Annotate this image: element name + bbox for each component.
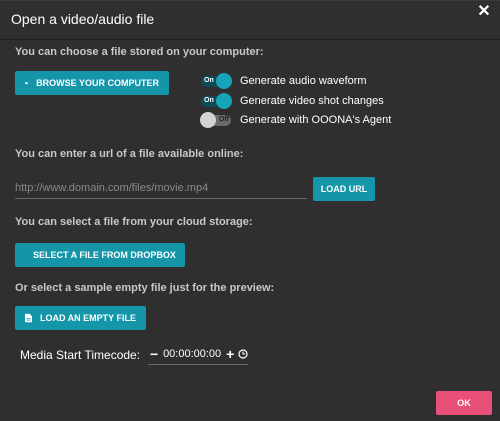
- timecode-row: Media Start Timecode: − 00:00:00:00 +: [20, 346, 249, 365]
- clock-icon[interactable]: [238, 348, 248, 359]
- open-file-dialog: Open a video/audio file ✕ You can choose…: [0, 0, 500, 421]
- video-shot-changes-toggle-state: On: [204, 96, 214, 104]
- load-url-button[interactable]: LOAD URL: [313, 177, 375, 201]
- audio-waveform-toggle-state: On: [204, 76, 214, 84]
- toggle-knob: [216, 92, 232, 109]
- ok-label: OK: [457, 398, 471, 408]
- ok-button[interactable]: OK: [436, 391, 492, 415]
- file-icon: [25, 313, 32, 323]
- timecode-field: − 00:00:00:00 +: [148, 346, 249, 365]
- close-icon[interactable]: ✕: [476, 4, 492, 20]
- browse-computer-button[interactable]: BROWSE YOUR COMPUTER: [15, 71, 169, 95]
- ooona-agent-label: Generate with OOONA's Agent: [240, 114, 392, 126]
- toggle-row-audio-waveform: On Generate audio waveform: [201, 72, 367, 89]
- video-shot-changes-toggle[interactable]: On: [201, 92, 232, 109]
- toggle-knob: [216, 72, 232, 89]
- dialog-title-bar: Open a video/audio file ✕: [0, 1, 500, 40]
- load-empty-file-label: LOAD AN EMPTY FILE: [39, 313, 136, 323]
- url-section-label: You can enter a url of a file available …: [15, 148, 244, 160]
- toggle-row-ooona-agent: Off Generate with OOONA's Agent: [200, 111, 392, 128]
- audio-waveform-label: Generate audio waveform: [240, 75, 367, 87]
- toggle-knob: [200, 111, 216, 128]
- video-shot-changes-label: Generate video shot changes: [240, 95, 384, 107]
- dropbox-button[interactable]: SELECT A FILE FROM DROPBOX: [15, 243, 185, 267]
- dropbox-label: SELECT A FILE FROM DROPBOX: [33, 250, 176, 260]
- load-url-label: LOAD URL: [320, 184, 368, 194]
- ooona-agent-toggle[interactable]: Off: [200, 111, 231, 128]
- sample-section-label: Or select a sample empty file just for t…: [15, 282, 275, 294]
- dialog-title: Open a video/audio file: [11, 11, 155, 27]
- ooona-agent-toggle-state: Off: [218, 115, 229, 123]
- minus-icon[interactable]: −: [148, 346, 160, 362]
- folder-open-icon: [25, 81, 29, 85]
- audio-waveform-toggle[interactable]: On: [201, 72, 232, 89]
- toggle-row-video-shot-changes: On Generate video shot changes: [201, 92, 384, 109]
- timecode-value[interactable]: 00:00:00:00: [163, 348, 221, 360]
- browse-computer-label: BROWSE YOUR COMPUTER: [36, 78, 159, 88]
- cloud-section-label: You can select a file from your cloud st…: [15, 216, 253, 228]
- plus-icon[interactable]: +: [224, 346, 236, 362]
- load-empty-file-button[interactable]: LOAD AN EMPTY FILE: [15, 306, 146, 330]
- computer-section-label: You can choose a file stored on your com…: [15, 46, 264, 58]
- timecode-label: Media Start Timecode:: [20, 348, 141, 362]
- url-input[interactable]: [15, 178, 307, 199]
